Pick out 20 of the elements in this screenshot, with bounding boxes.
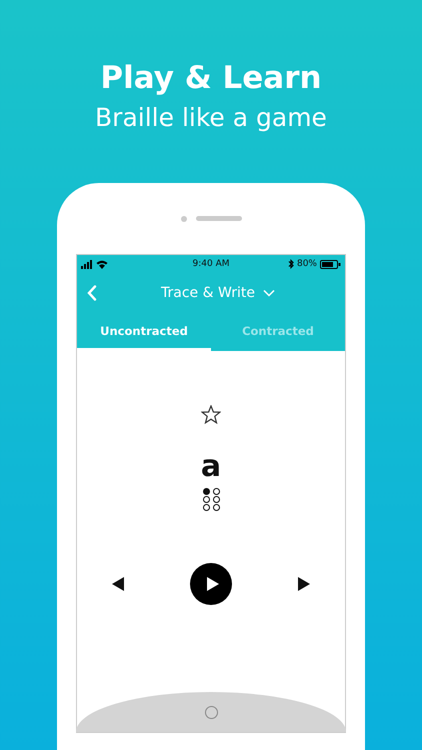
headline: Play & Learn bbox=[100, 59, 322, 98]
wifi-icon bbox=[96, 260, 108, 268]
battery-percent: 80% bbox=[296, 259, 317, 269]
speaker-icon bbox=[196, 216, 242, 221]
mode-dropdown[interactable]: Trace & Write bbox=[161, 285, 275, 301]
star-icon[interactable] bbox=[201, 405, 221, 424]
braille-letter: a bbox=[200, 452, 222, 482]
next-icon[interactable] bbox=[297, 576, 311, 592]
play-icon bbox=[206, 576, 220, 592]
battery-icon bbox=[320, 260, 341, 268]
chevron-down-icon bbox=[262, 289, 275, 297]
subheadline: Braille like a game bbox=[95, 102, 327, 134]
status-time: 9:40 AM bbox=[192, 259, 230, 269]
tab[interactable]: Uncontracted bbox=[77, 313, 211, 351]
previous-icon[interactable] bbox=[111, 576, 125, 592]
camera-icon bbox=[180, 216, 186, 222]
signal-icon bbox=[81, 260, 93, 268]
play-button[interactable] bbox=[190, 563, 232, 605]
tab[interactable]: Contracted bbox=[211, 313, 345, 351]
bluetooth-icon bbox=[288, 259, 294, 269]
